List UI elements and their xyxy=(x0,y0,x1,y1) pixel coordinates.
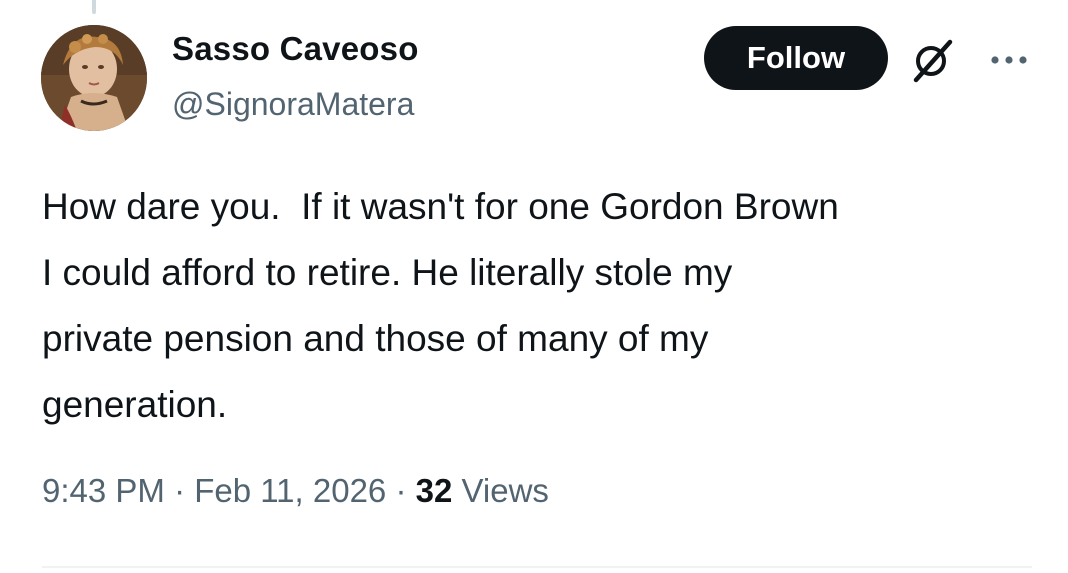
views-label: Views xyxy=(452,472,549,509)
thread-connector-line xyxy=(92,0,96,14)
tweet-text: How dare you. If it wasn't for one Gordo… xyxy=(42,186,839,425)
more-dots-icon xyxy=(991,56,1027,64)
avatar[interactable] xyxy=(41,25,147,131)
more-options-button[interactable] xyxy=(984,40,1034,80)
tweet-date[interactable]: Feb 11, 2026 xyxy=(194,472,386,509)
views-count[interactable]: 32 xyxy=(416,472,453,509)
meta-separator: · xyxy=(386,472,416,509)
author-display-name[interactable]: Sasso Caveoso xyxy=(172,30,419,68)
grok-slash-circle-icon xyxy=(913,39,953,83)
tweet-meta: 9:43 PM · Feb 11, 2026 · 32 Views xyxy=(42,472,549,510)
meta-separator: · xyxy=(164,472,195,509)
author-handle[interactable]: @SignoraMatera xyxy=(172,86,414,123)
follow-button[interactable]: Follow xyxy=(704,26,888,90)
divider xyxy=(42,566,1032,568)
tweet-time[interactable]: 9:43 PM xyxy=(42,472,165,509)
grok-icon[interactable] xyxy=(906,34,958,86)
avatar-portrait-image xyxy=(41,25,147,131)
